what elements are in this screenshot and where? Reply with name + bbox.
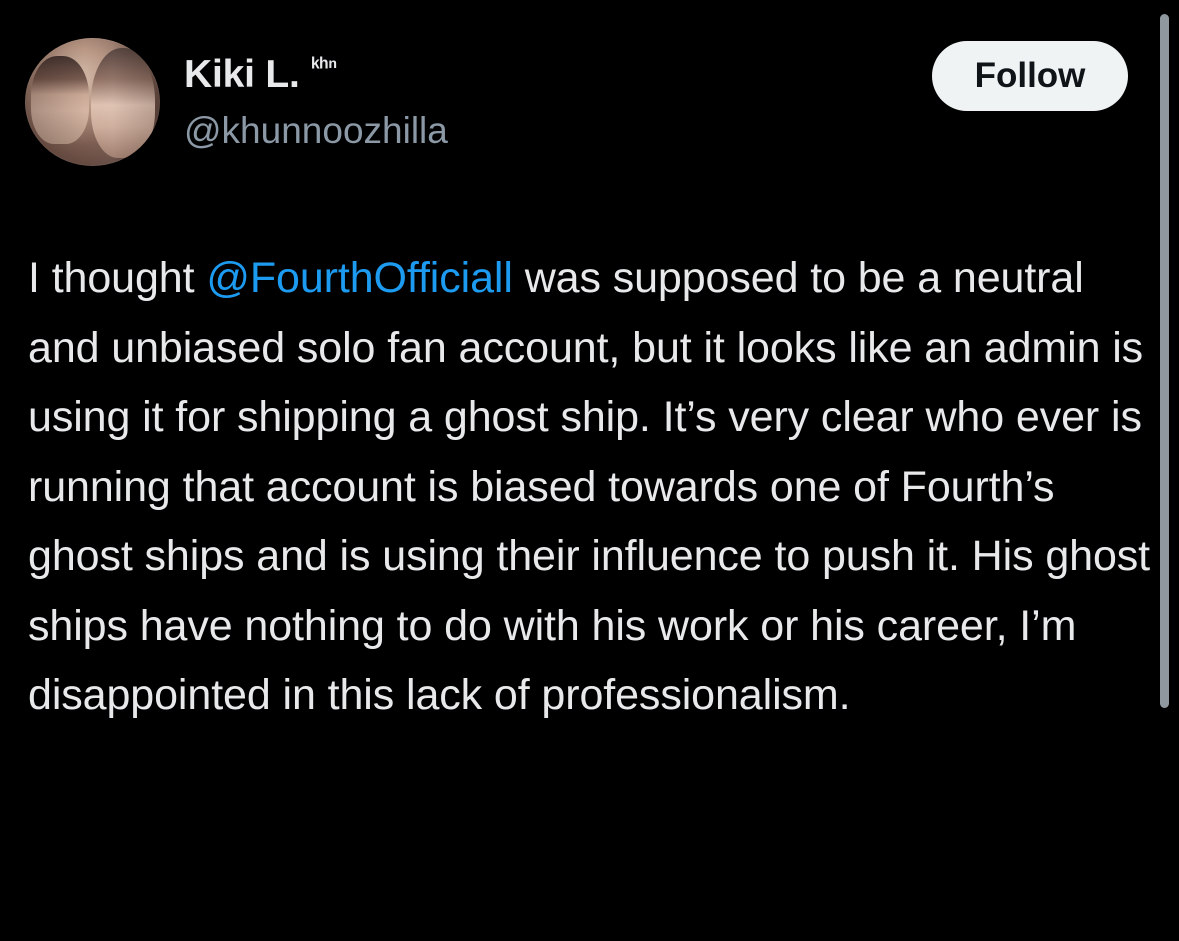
tweet-text: I thought @FourthOfficiall was supposed … bbox=[28, 244, 1153, 731]
author-name-suffix: ᵏʰⁿ bbox=[311, 53, 338, 79]
author-handle[interactable]: @khunnoozhilla bbox=[184, 108, 448, 154]
avatar-shade bbox=[25, 38, 160, 166]
scrollbar-thumb[interactable] bbox=[1160, 14, 1169, 708]
avatar[interactable] bbox=[25, 38, 160, 166]
tweet-text-part-1: I thought bbox=[28, 254, 207, 302]
follow-button[interactable]: Follow bbox=[932, 41, 1128, 111]
mention-link[interactable]: @FourthOfficiall bbox=[206, 254, 513, 302]
tweet-card: Kiki L. ᵏʰⁿ @khunnoozhilla Follow I thou… bbox=[0, 0, 1179, 941]
tweet-text-part-2: was supposed to be a neutral and unbiase… bbox=[28, 254, 1151, 719]
author-display-name[interactable]: Kiki L. bbox=[184, 52, 300, 98]
author-name-row: Kiki L. ᵏʰⁿ bbox=[184, 52, 337, 98]
